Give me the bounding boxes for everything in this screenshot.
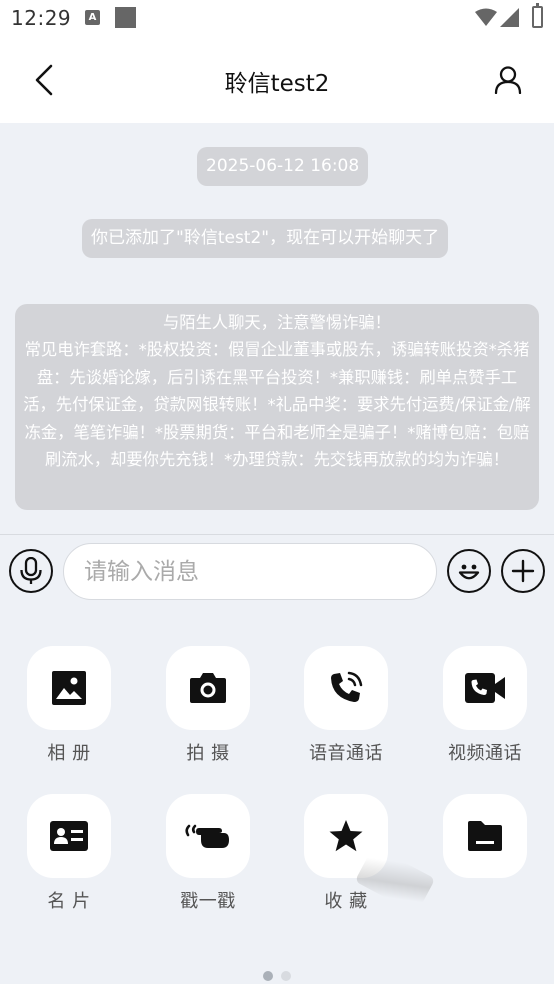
contact-card-tile-icon-bg — [27, 794, 111, 878]
voice-call-tile-icon-bg — [304, 646, 388, 730]
camera-tile[interactable]: 拍 摄 — [148, 646, 268, 765]
favorites-tile-icon-bg — [304, 794, 388, 878]
page-dot[interactable] — [281, 971, 291, 981]
poke-hand-icon — [185, 824, 229, 848]
system-message: 你已添加了"聆信test2"，现在可以开始聊天了 — [82, 219, 449, 258]
video-call-icon — [465, 673, 505, 703]
page-title: 聆信test2 — [224, 71, 330, 97]
camera-tile-label: 拍 摄 — [186, 743, 230, 764]
contact-card-tile-label: 名 片 — [47, 891, 91, 912]
user-icon — [494, 66, 522, 94]
input-bar — [0, 535, 554, 605]
plus-icon — [511, 559, 535, 583]
file-tile[interactable] — [425, 794, 545, 887]
video-call-tile-icon-bg — [443, 646, 527, 730]
poke-tile-icon-bg — [166, 794, 250, 878]
message-input[interactable] — [63, 543, 437, 600]
notification-square-icon — [115, 7, 136, 28]
page-indicator — [0, 966, 554, 984]
album-tile-icon-bg — [27, 646, 111, 730]
message-list[interactable]: 2025-06-12 16:08 你已添加了"聆信test2"，现在可以开始聊天… — [0, 123, 554, 534]
video-call-tile[interactable]: 视频通话 — [425, 646, 545, 765]
voice-call-tile[interactable]: 语音通话 — [286, 646, 406, 765]
file-tile-icon-bg — [443, 794, 527, 878]
emoji-button[interactable] — [447, 549, 491, 593]
camera-tile-icon-bg — [166, 646, 250, 730]
more-options-button[interactable] — [501, 549, 545, 593]
smiley-icon — [458, 564, 480, 580]
wifi-icon — [475, 8, 497, 26]
contact-card-tile[interactable]: 名 片 — [9, 794, 129, 913]
phone-call-icon — [331, 671, 363, 702]
image-icon — [52, 671, 86, 705]
voice-call-tile-label: 语音通话 — [309, 743, 383, 764]
message-timestamp: 2025-06-12 16:08 — [197, 147, 369, 186]
page-dot-active[interactable] — [263, 971, 273, 981]
voice-input-button[interactable] — [9, 549, 53, 593]
microphone-icon — [20, 557, 42, 584]
chat-header: 聆信test2 — [0, 38, 554, 123]
folder-icon — [468, 821, 502, 851]
fraud-warning-message: 与陌生人聊天，注意警惕诈骗！ 常见电诈套路：*股权投资：假冒企业董事或股东，诱骗… — [15, 304, 539, 510]
function-panel: 相 册 拍 摄 语音通话 视频通话 名 片 戳一戳 收 藏 — [0, 605, 554, 984]
notification-a-icon: A — [85, 10, 100, 25]
album-tile[interactable]: 相 册 — [9, 646, 129, 765]
poke-tile[interactable]: 戳一戳 — [148, 794, 268, 913]
contact-card-icon — [50, 821, 88, 851]
poke-tile-label: 戳一戳 — [180, 891, 236, 912]
signal-icon — [500, 8, 519, 27]
status-bar: 12:29 A — [0, 0, 554, 38]
video-call-tile-label: 视频通话 — [448, 743, 522, 764]
album-tile-label: 相 册 — [47, 743, 91, 764]
battery-icon — [532, 3, 543, 28]
profile-button[interactable] — [486, 58, 530, 102]
favorites-tile-label: 收 藏 — [324, 891, 368, 912]
camera-icon — [190, 673, 226, 703]
star-icon — [329, 820, 363, 852]
status-time: 12:29 — [11, 6, 72, 30]
favorites-tile[interactable]: 收 藏 — [286, 794, 406, 913]
